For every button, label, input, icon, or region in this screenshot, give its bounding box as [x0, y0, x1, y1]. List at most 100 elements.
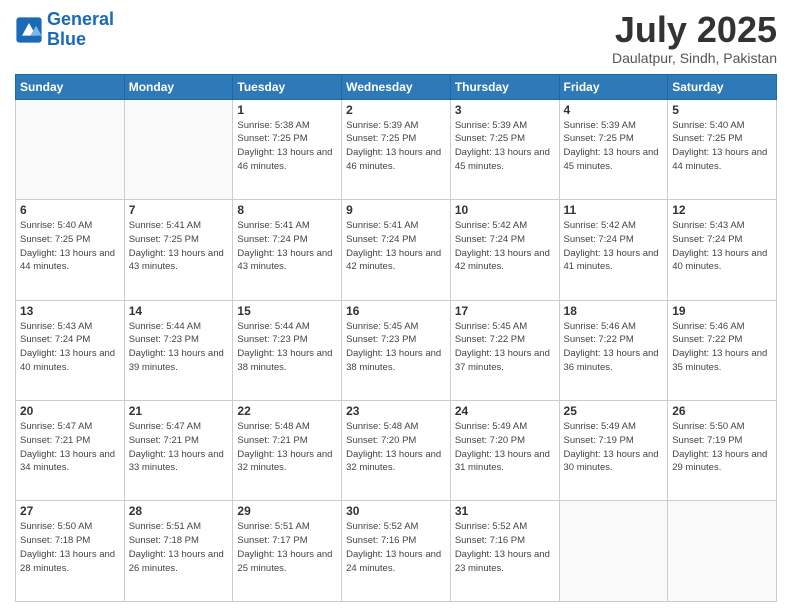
calendar-cell: 10 Sunrise: 5:42 AM Sunset: 7:24 PM Dayli…	[450, 200, 559, 300]
day-number: 28	[129, 504, 229, 518]
calendar-week-1: 6 Sunrise: 5:40 AM Sunset: 7:25 PM Daylig…	[16, 200, 777, 300]
day-info: Sunrise: 5:50 AM Sunset: 7:19 PM Dayligh…	[672, 420, 772, 475]
day-info: Sunrise: 5:45 AM Sunset: 7:22 PM Dayligh…	[455, 320, 555, 375]
calendar-header-thursday: Thursday	[450, 74, 559, 99]
day-number: 2	[346, 103, 446, 117]
day-number: 27	[20, 504, 120, 518]
calendar-header-tuesday: Tuesday	[233, 74, 342, 99]
day-info: Sunrise: 5:42 AM Sunset: 7:24 PM Dayligh…	[564, 219, 664, 274]
day-info: Sunrise: 5:45 AM Sunset: 7:23 PM Dayligh…	[346, 320, 446, 375]
day-number: 15	[237, 304, 337, 318]
calendar-cell: 26 Sunrise: 5:50 AM Sunset: 7:19 PM Dayli…	[668, 401, 777, 501]
day-number: 14	[129, 304, 229, 318]
calendar-header-friday: Friday	[559, 74, 668, 99]
calendar-cell: 7 Sunrise: 5:41 AM Sunset: 7:25 PM Daylig…	[124, 200, 233, 300]
day-number: 29	[237, 504, 337, 518]
day-info: Sunrise: 5:49 AM Sunset: 7:20 PM Dayligh…	[455, 420, 555, 475]
header: General Blue July 2025 Daulatpur, Sindh,…	[15, 10, 777, 66]
day-number: 23	[346, 404, 446, 418]
day-info: Sunrise: 5:48 AM Sunset: 7:21 PM Dayligh…	[237, 420, 337, 475]
logo: General Blue	[15, 10, 114, 50]
calendar-cell: 23 Sunrise: 5:48 AM Sunset: 7:20 PM Dayli…	[342, 401, 451, 501]
day-info: Sunrise: 5:39 AM Sunset: 7:25 PM Dayligh…	[455, 119, 555, 174]
calendar-cell: 25 Sunrise: 5:49 AM Sunset: 7:19 PM Dayli…	[559, 401, 668, 501]
day-info: Sunrise: 5:51 AM Sunset: 7:18 PM Dayligh…	[129, 520, 229, 575]
calendar-cell: 22 Sunrise: 5:48 AM Sunset: 7:21 PM Dayli…	[233, 401, 342, 501]
calendar-cell: 4 Sunrise: 5:39 AM Sunset: 7:25 PM Daylig…	[559, 99, 668, 199]
day-info: Sunrise: 5:49 AM Sunset: 7:19 PM Dayligh…	[564, 420, 664, 475]
day-number: 17	[455, 304, 555, 318]
day-info: Sunrise: 5:46 AM Sunset: 7:22 PM Dayligh…	[672, 320, 772, 375]
day-info: Sunrise: 5:47 AM Sunset: 7:21 PM Dayligh…	[129, 420, 229, 475]
day-info: Sunrise: 5:41 AM Sunset: 7:24 PM Dayligh…	[237, 219, 337, 274]
day-info: Sunrise: 5:44 AM Sunset: 7:23 PM Dayligh…	[237, 320, 337, 375]
logo-text: General Blue	[47, 10, 114, 50]
day-info: Sunrise: 5:44 AM Sunset: 7:23 PM Dayligh…	[129, 320, 229, 375]
calendar-cell: 6 Sunrise: 5:40 AM Sunset: 7:25 PM Daylig…	[16, 200, 125, 300]
day-info: Sunrise: 5:40 AM Sunset: 7:25 PM Dayligh…	[20, 219, 120, 274]
day-info: Sunrise: 5:46 AM Sunset: 7:22 PM Dayligh…	[564, 320, 664, 375]
day-info: Sunrise: 5:39 AM Sunset: 7:25 PM Dayligh…	[564, 119, 664, 174]
day-number: 19	[672, 304, 772, 318]
calendar-cell: 12 Sunrise: 5:43 AM Sunset: 7:24 PM Dayli…	[668, 200, 777, 300]
day-number: 24	[455, 404, 555, 418]
day-info: Sunrise: 5:42 AM Sunset: 7:24 PM Dayligh…	[455, 219, 555, 274]
calendar-cell	[668, 501, 777, 602]
calendar-cell: 16 Sunrise: 5:45 AM Sunset: 7:23 PM Dayli…	[342, 300, 451, 400]
calendar-cell: 11 Sunrise: 5:42 AM Sunset: 7:24 PM Dayli…	[559, 200, 668, 300]
calendar-week-0: 1Sunrise: 5:38 AM Sunset: 7:25 PM Daylig…	[16, 99, 777, 199]
day-number: 25	[564, 404, 664, 418]
calendar-cell: 15 Sunrise: 5:44 AM Sunset: 7:23 PM Dayli…	[233, 300, 342, 400]
day-number: 5	[672, 103, 772, 117]
calendar-cell: 31 Sunrise: 5:52 AM Sunset: 7:16 PM Dayli…	[450, 501, 559, 602]
day-info: Sunrise: 5:52 AM Sunset: 7:16 PM Dayligh…	[455, 520, 555, 575]
day-info: Sunrise: 5:40 AM Sunset: 7:25 PM Dayligh…	[672, 119, 772, 174]
day-number: 13	[20, 304, 120, 318]
calendar-header-saturday: Saturday	[668, 74, 777, 99]
calendar-cell: 27Sunrise: 5:50 AM Sunset: 7:18 PM Dayli…	[16, 501, 125, 602]
calendar-cell: 28 Sunrise: 5:51 AM Sunset: 7:18 PM Dayli…	[124, 501, 233, 602]
title-block: July 2025 Daulatpur, Sindh, Pakistan	[612, 10, 777, 66]
calendar-cell: 30Sunrise: 5:52 AM Sunset: 7:16 PM Dayli…	[342, 501, 451, 602]
day-number: 1	[237, 103, 337, 117]
day-number: 12	[672, 203, 772, 217]
day-number: 9	[346, 203, 446, 217]
day-number: 10	[455, 203, 555, 217]
calendar-cell: 21Sunrise: 5:47 AM Sunset: 7:21 PM Dayli…	[124, 401, 233, 501]
day-info: Sunrise: 5:41 AM Sunset: 7:25 PM Dayligh…	[129, 219, 229, 274]
calendar-cell: 9 Sunrise: 5:41 AM Sunset: 7:24 PM Daylig…	[342, 200, 451, 300]
calendar-cell: 19 Sunrise: 5:46 AM Sunset: 7:22 PM Dayli…	[668, 300, 777, 400]
day-number: 16	[346, 304, 446, 318]
day-info: Sunrise: 5:48 AM Sunset: 7:20 PM Dayligh…	[346, 420, 446, 475]
day-number: 11	[564, 203, 664, 217]
calendar-cell: 3Sunrise: 5:39 AM Sunset: 7:25 PM Daylig…	[450, 99, 559, 199]
main-title: July 2025	[612, 10, 777, 50]
day-info: Sunrise: 5:39 AM Sunset: 7:25 PM Dayligh…	[346, 119, 446, 174]
day-number: 20	[20, 404, 120, 418]
calendar-cell: 13Sunrise: 5:43 AM Sunset: 7:24 PM Dayli…	[16, 300, 125, 400]
day-info: Sunrise: 5:41 AM Sunset: 7:24 PM Dayligh…	[346, 219, 446, 274]
day-number: 7	[129, 203, 229, 217]
calendar-cell	[16, 99, 125, 199]
day-number: 30	[346, 504, 446, 518]
logo-icon	[15, 16, 43, 44]
day-info: Sunrise: 5:43 AM Sunset: 7:24 PM Dayligh…	[672, 219, 772, 274]
day-info: Sunrise: 5:51 AM Sunset: 7:17 PM Dayligh…	[237, 520, 337, 575]
day-number: 18	[564, 304, 664, 318]
calendar-cell: 8Sunrise: 5:41 AM Sunset: 7:24 PM Daylig…	[233, 200, 342, 300]
calendar-header-row: SundayMondayTuesdayWednesdayThursdayFrid…	[16, 74, 777, 99]
calendar-cell: 14 Sunrise: 5:44 AM Sunset: 7:23 PM Dayli…	[124, 300, 233, 400]
day-number: 26	[672, 404, 772, 418]
day-info: Sunrise: 5:47 AM Sunset: 7:21 PM Dayligh…	[20, 420, 120, 475]
calendar-cell: 5 Sunrise: 5:40 AM Sunset: 7:25 PM Daylig…	[668, 99, 777, 199]
day-number: 31	[455, 504, 555, 518]
day-number: 22	[237, 404, 337, 418]
calendar-week-4: 27Sunrise: 5:50 AM Sunset: 7:18 PM Dayli…	[16, 501, 777, 602]
calendar-table: SundayMondayTuesdayWednesdayThursdayFrid…	[15, 74, 777, 602]
day-number: 6	[20, 203, 120, 217]
calendar-header-monday: Monday	[124, 74, 233, 99]
calendar-week-2: 13Sunrise: 5:43 AM Sunset: 7:24 PM Dayli…	[16, 300, 777, 400]
calendar-cell: 2 Sunrise: 5:39 AM Sunset: 7:25 PM Daylig…	[342, 99, 451, 199]
calendar-cell	[124, 99, 233, 199]
day-number: 4	[564, 103, 664, 117]
